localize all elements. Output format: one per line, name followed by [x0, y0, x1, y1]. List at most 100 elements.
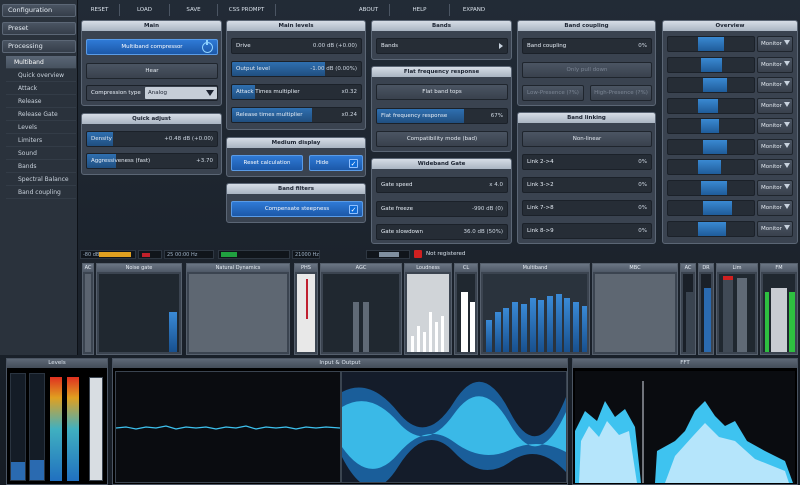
hide-label: Hide — [316, 160, 329, 166]
sidebar-section-preset[interactable]: Preset — [2, 22, 76, 35]
attack-multiplier-slider[interactable]: Attack Times multiplier x0.32 — [231, 84, 362, 100]
hear-button[interactable]: Hear — [86, 63, 218, 79]
overview-band-meter — [667, 138, 755, 155]
input-waveform — [115, 371, 341, 483]
link-2-4-slider[interactable]: Link 2->4 0% — [522, 154, 652, 170]
module-noise-gate[interactable]: Noise gate — [96, 263, 182, 355]
release-multiplier-value: x0.24 — [341, 112, 357, 118]
band-coupling-slider[interactable]: Band coupling 0% — [522, 38, 652, 54]
monitor-button[interactable]: Monitor — [757, 179, 793, 196]
expand-button[interactable]: EXPAND — [450, 4, 498, 16]
sidebar-item-levels[interactable]: Levels — [6, 121, 76, 134]
band-filters-title: Band filters — [227, 184, 365, 194]
sidebar-item-limiters[interactable]: Limiters — [6, 134, 76, 147]
density-slider[interactable]: Density +0.48 dB (+0.00) — [86, 131, 218, 147]
sidebar-item-release[interactable]: Release — [6, 95, 76, 108]
monitor-button[interactable]: Monitor — [757, 138, 793, 155]
monitor-button[interactable]: Monitor — [757, 36, 793, 52]
density-value: +0.48 dB (+0.00) — [164, 136, 213, 142]
flat-band-tops-button[interactable]: Flat band tops — [376, 84, 508, 100]
link-7-8-slider[interactable]: Link 7->8 0% — [522, 200, 652, 216]
monitor-button[interactable]: Monitor — [757, 56, 793, 73]
multiband-compressor-button[interactable]: Multiband compressor — [86, 39, 218, 55]
gate-freeze-slider[interactable]: Gate freeze -990 dB (0) — [376, 201, 508, 217]
monitor-button[interactable]: Monitor — [757, 159, 793, 175]
bands-title: Bands — [372, 21, 511, 31]
reset-button[interactable]: RESET — [80, 4, 120, 16]
app-window: Configuration Preset Processing Multiban… — [0, 0, 800, 485]
drive-slider[interactable]: Drive 0.00 dB (+0.00) — [231, 38, 362, 54]
compatibility-mode-button[interactable]: Compatibility mode (bad) — [376, 131, 508, 147]
compression-type-row: Compression type Analog — [86, 85, 218, 101]
module-loudness[interactable]: Loudness — [404, 263, 452, 355]
about-button[interactable]: ABOUT — [348, 4, 390, 16]
monitor-button[interactable]: Monitor — [757, 77, 793, 93]
module-agc[interactable]: AGC — [320, 263, 402, 355]
module-ac-right[interactable]: AC — [680, 263, 696, 355]
sidebar-section-configuration[interactable]: Configuration — [2, 4, 76, 17]
band-coupling-panel: Band coupling Band coupling 0% Only pull… — [517, 20, 656, 106]
sidebar-item-release-gate[interactable]: Release Gate — [6, 108, 76, 121]
sidebar-item-band-coupling[interactable]: Band coupling — [6, 186, 76, 199]
link-8-9-slider[interactable]: Link 8->9 0% — [522, 223, 652, 239]
non-linear-button[interactable]: Non-linear — [522, 131, 652, 147]
sidebar-section-processing[interactable]: Processing — [2, 40, 76, 53]
link-7-8-label: Link 7->8 — [527, 205, 554, 211]
power-icon — [202, 40, 213, 53]
flat-frequency-value: 67% — [490, 113, 503, 119]
module-mbc[interactable]: MBC — [592, 263, 678, 355]
module-dr[interactable]: DR — [698, 263, 714, 355]
module-lim[interactable]: Lim — [716, 263, 758, 355]
module-multiband[interactable]: Multiband — [480, 263, 590, 355]
chevron-down-icon — [784, 122, 790, 127]
band-coupling-title: Band coupling — [518, 21, 655, 31]
bands-value: Bands — [381, 43, 398, 49]
reset-calculation-button[interactable]: Reset calculation — [231, 155, 303, 171]
bands-select[interactable]: Bands — [376, 38, 508, 54]
sidebar-item-spectral-balance[interactable]: Spectral Balance — [6, 173, 76, 186]
only-pull-down-button[interactable]: Only pull down — [522, 62, 652, 78]
gate-slowdown-label: Gate slowdown — [381, 229, 424, 235]
monitor-button[interactable]: Monitor — [757, 97, 793, 114]
module-fm[interactable]: FM — [760, 263, 798, 355]
compensate-steepness-label: Compensate steepness — [264, 206, 330, 212]
css-prompt-button[interactable]: CSS PROMPT — [218, 4, 276, 16]
input-output-display: Input & Output — [112, 358, 568, 485]
compression-type-select[interactable]: Analog — [145, 87, 217, 99]
module-phs[interactable]: PHS — [294, 263, 318, 355]
sidebar-item-sound[interactable]: Sound — [6, 147, 76, 160]
monitor-button[interactable]: Monitor — [757, 200, 793, 216]
checkmark-icon: ✓ — [349, 159, 358, 168]
compensate-steepness-toggle[interactable]: Compensate steepness ✓ — [231, 201, 363, 217]
aggressiveness-value: +3.70 — [196, 158, 213, 164]
wideband-gate-panel: Wideband Gate Gate speed x 4.0 Gate free… — [371, 158, 512, 244]
sidebar-item-bands[interactable]: Bands — [6, 160, 76, 173]
link-3-2-slider[interactable]: Link 3->2 0% — [522, 177, 652, 193]
monitor-button[interactable]: Monitor — [757, 118, 793, 134]
flat-frequency-slider[interactable]: Flat frequency response 67% — [376, 108, 508, 124]
aggressiveness-slider[interactable]: Aggressiveness (fast) +3.70 — [86, 153, 218, 169]
low-presence-button[interactable]: Low-Presence (?%) — [522, 85, 584, 101]
input-meter: -80 dB — [80, 250, 136, 259]
gate-speed-slider[interactable]: Gate speed x 4.0 — [376, 177, 508, 193]
sidebar-item-quick-overview[interactable]: Quick overview — [6, 69, 76, 82]
help-button[interactable]: HELP — [390, 4, 450, 16]
link-7-8-value: 0% — [638, 205, 647, 211]
output-level-slider[interactable]: Output level -1.00 dB (0.00%) — [231, 61, 362, 77]
gate-slowdown-slider[interactable]: Gate slowdown 36.0 dB (50%) — [376, 224, 508, 240]
high-presence-button[interactable]: High-Presence (?%) — [590, 85, 652, 101]
quick-adjust-panel: Quick adjust Density +0.48 dB (+0.00) Ag… — [81, 113, 222, 175]
hide-toggle[interactable]: Hide ✓ — [309, 155, 363, 171]
sidebar-item-multiband[interactable]: Multiband — [6, 56, 76, 69]
release-multiplier-slider[interactable]: Release times multiplier x0.24 — [231, 107, 362, 123]
module-cl[interactable]: CL — [454, 263, 478, 355]
load-button[interactable]: LOAD — [120, 4, 170, 16]
module-ac[interactable]: AC — [82, 263, 94, 355]
band-filters-panel: Band filters Compensate steepness ✓ — [226, 183, 366, 223]
module-natural-dynamics[interactable]: Natural Dynamics — [186, 263, 290, 355]
monitor-button[interactable]: Monitor — [757, 220, 793, 237]
chevron-down-icon — [784, 163, 790, 168]
sidebar-item-attack[interactable]: Attack — [6, 82, 76, 95]
drive-label: Drive — [236, 43, 251, 49]
save-button[interactable]: SAVE — [170, 4, 218, 16]
